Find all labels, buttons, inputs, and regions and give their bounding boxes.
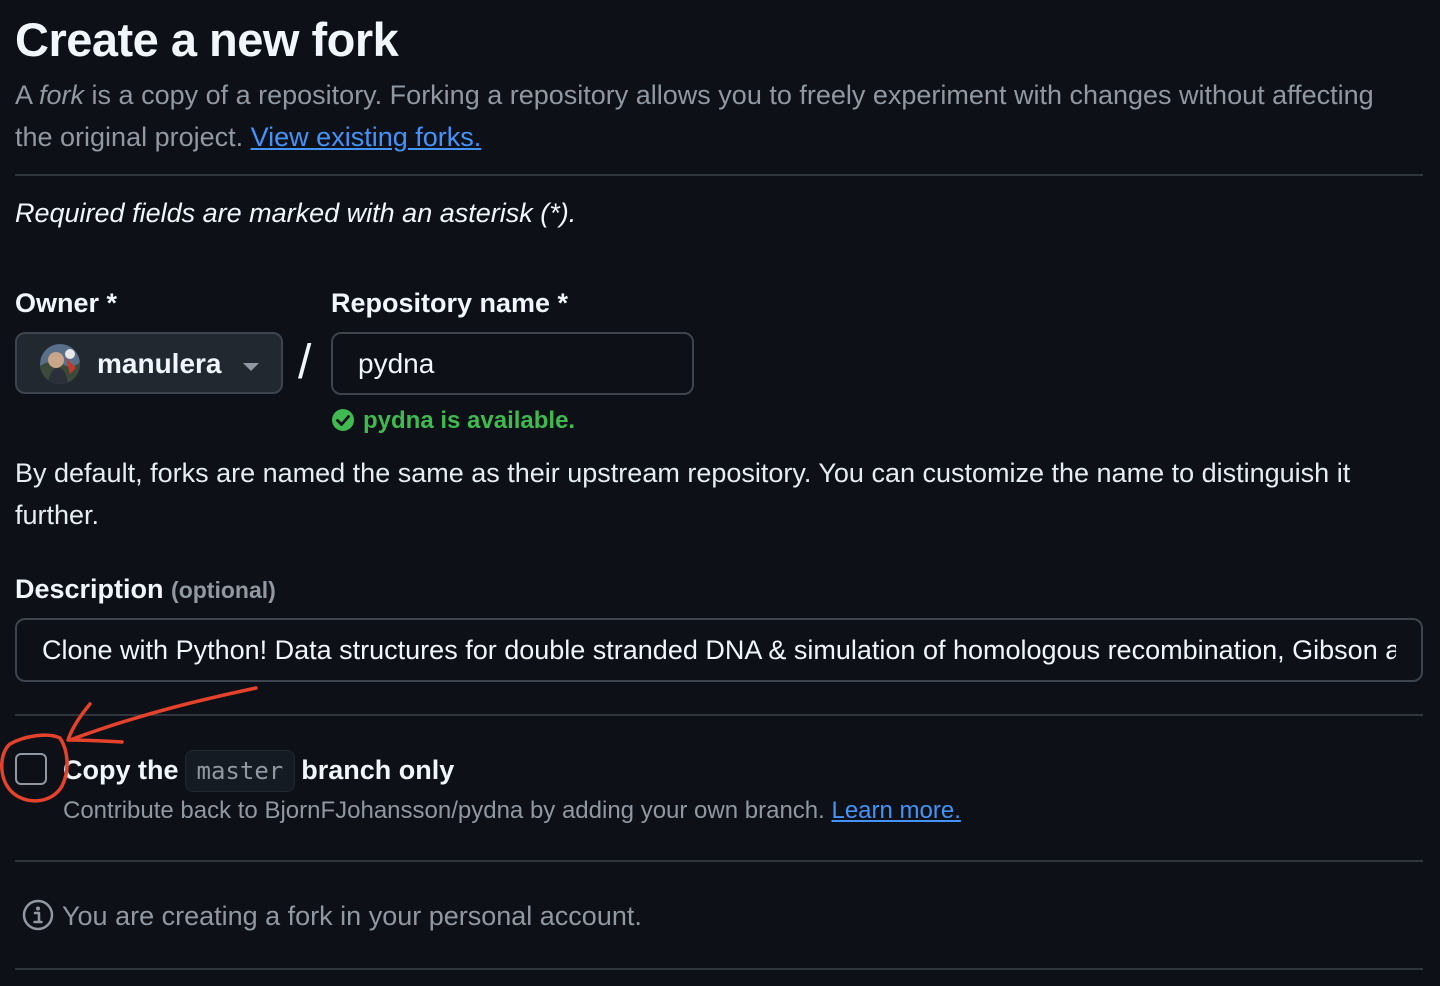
branch-name-code: master	[184, 750, 296, 792]
repository-name-label: Repository name *	[331, 288, 569, 318]
avatar	[40, 344, 80, 384]
copy-branch-checkbox[interactable]	[15, 753, 47, 785]
description-input[interactable]	[15, 618, 1423, 682]
copy-branch-label-suffix: branch only	[301, 755, 455, 785]
intro-prefix: A	[15, 80, 40, 110]
copy-branch-label[interactable]: Copy the master branch only	[63, 750, 454, 792]
owner-label: Owner *	[15, 288, 118, 318]
required-note: Required fields are marked with an aster…	[15, 198, 577, 228]
view-existing-forks-link[interactable]: View existing forks.	[251, 122, 482, 152]
personal-account-notice: You are creating a fork in your personal…	[22, 898, 642, 934]
learn-more-link[interactable]: Learn more.	[831, 797, 960, 824]
divider	[15, 714, 1423, 716]
chevron-down-icon	[243, 363, 259, 371]
intro-em: fork	[39, 80, 85, 110]
owner-dropdown[interactable]: manulera	[15, 332, 283, 394]
divider	[15, 968, 1423, 970]
optional-hint: (optional)	[171, 577, 276, 603]
copy-branch-subtext: Contribute back to BjornFJohansson/pydna…	[63, 797, 832, 824]
divider	[15, 174, 1423, 176]
divider	[15, 860, 1423, 862]
copy-branch-label-prefix: Copy the	[63, 755, 179, 785]
repository-name-input[interactable]	[331, 332, 694, 395]
availability-text: pydna is available.	[363, 407, 576, 434]
description-label-text: Description	[15, 574, 164, 604]
check-circle-icon	[332, 409, 354, 431]
owner-repo-separator: /	[298, 336, 312, 389]
description-label: Description (optional)	[15, 571, 276, 608]
page-title: Create a new fork	[15, 13, 399, 66]
info-icon	[22, 899, 54, 931]
owner-name: manulera	[97, 348, 222, 379]
availability-status: pydna is available.	[331, 405, 575, 437]
page-intro: A fork is a copy of a repository. Forkin…	[15, 74, 1415, 158]
copy-branch-description: Contribute back to BjornFJohansson/pydna…	[63, 795, 961, 827]
info-text: You are creating a fork in your personal…	[62, 901, 642, 931]
intro-rest: is a copy of a repository. Forking a rep…	[15, 80, 1374, 152]
fork-name-help: By default, forks are named the same as …	[15, 458, 1351, 530]
